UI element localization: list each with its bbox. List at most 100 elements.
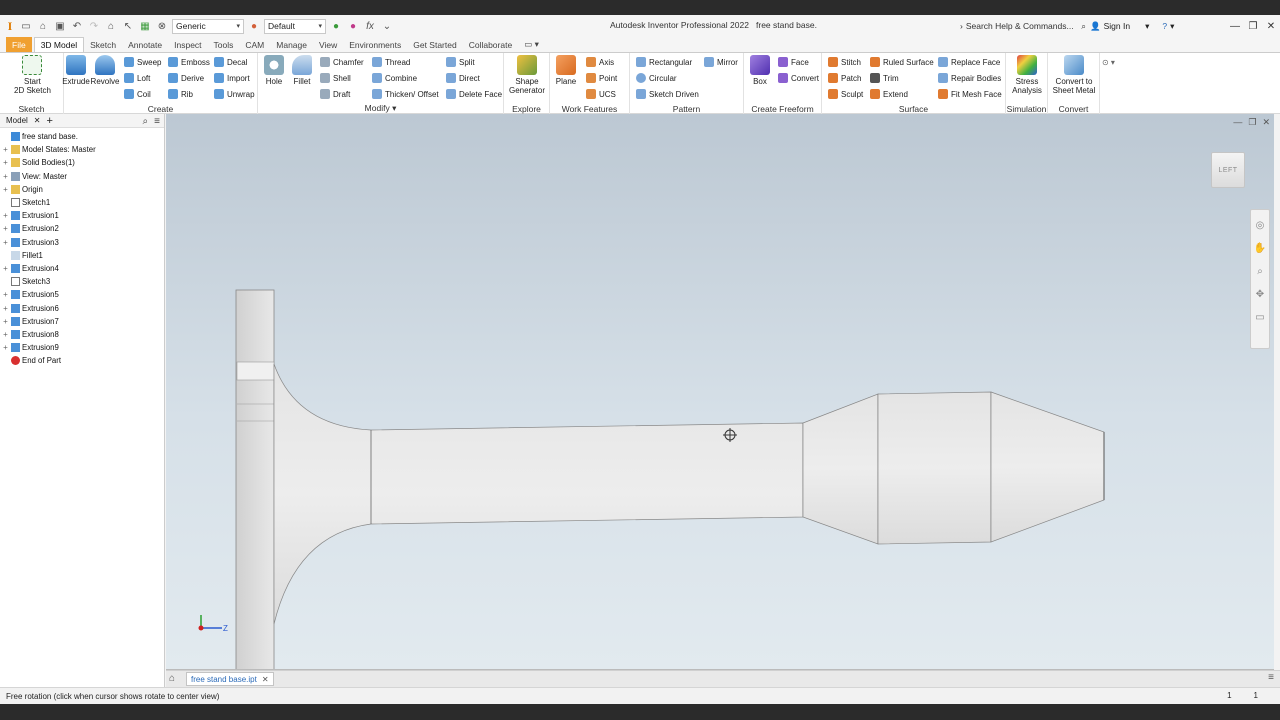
delete-face-button[interactable]: Delete Face [446,87,502,101]
sculpt-button[interactable]: Sculpt [828,87,863,101]
expand-icon[interactable]: + [0,330,11,339]
plane-button[interactable]: Plane [553,55,579,86]
expand-icon[interactable]: + [0,158,11,167]
expand-icon[interactable]: + [0,172,11,181]
emboss-button[interactable]: Emboss [168,55,210,69]
tree-node[interactable]: + Extrusion4 [0,262,164,275]
tab-get-started[interactable]: Get Started [407,37,462,52]
freeform-face-button[interactable]: Face [778,55,809,69]
tree-node[interactable]: + Origin [0,183,164,196]
decal-button[interactable]: Decal [214,55,247,69]
box-button[interactable]: Box [748,55,772,86]
orbit-icon[interactable]: ✥ [1256,289,1264,300]
help-icon[interactable]: ? [1162,21,1167,31]
thicken-offset-button[interactable]: Thicken/ Offset [372,87,439,101]
tree-node[interactable]: + Extrusion7 [0,315,164,328]
expand-icon[interactable]: + [0,343,11,352]
fit-mesh-face-button[interactable]: Fit Mesh Face [938,87,1002,101]
extend-button[interactable]: Extend [870,87,908,101]
shape-generator-button[interactable]: Shape Generator [508,55,546,95]
steering-wheel-icon[interactable]: ◎ [1256,220,1265,231]
color-override-icon[interactable]: ● [329,19,343,33]
new-file-icon[interactable]: ▭ [19,19,33,33]
circular-pattern-button[interactable]: Circular [636,71,677,85]
search-input[interactable]: Search Help & Commands... [966,21,1074,31]
tab-annotate[interactable]: Annotate [122,37,168,52]
extrude-button[interactable]: Extrude [62,55,90,86]
clear-override-icon[interactable]: ● [346,19,360,33]
trim-button[interactable]: Trim [870,71,899,85]
restore-icon[interactable]: ❐ [1244,15,1262,37]
undo-icon[interactable]: ↶ [70,19,84,33]
graphics-viewport[interactable]: — ❐ ✕ LEFT ◎ ✋ ⌕ ✥ ▭ Z [166,114,1274,670]
tree-node[interactable]: + Extrusion3 [0,236,164,249]
redo-icon[interactable]: ↷ [87,19,101,33]
rectangular-pattern-button[interactable]: Rectangular [636,55,692,69]
coil-button[interactable]: Coil [124,87,151,101]
tree-node[interactable]: + Solid Bodies(1) [0,156,164,169]
ribbon-options-icon[interactable]: ⊙ ▾ [1102,55,1115,69]
zoom-icon[interactable]: ⌕ [1257,266,1263,277]
search-icon[interactable]: ⌕ [143,116,149,127]
home-icon[interactable]: ⌂ [169,673,175,684]
parameters-icon[interactable]: fx [363,19,377,33]
document-tab[interactable]: free stand base.ipt ✕ [186,672,274,686]
expand-icon[interactable]: + [0,224,11,233]
replace-face-button[interactable]: Replace Face [938,55,1000,69]
tree-node[interactable]: Sketch1 [0,196,164,209]
tree-node[interactable]: free stand base. [0,130,164,143]
expand-icon[interactable]: + [0,264,11,273]
minimize-icon[interactable]: — [1226,15,1244,37]
tree-node[interactable]: + Extrusion2 [0,222,164,235]
material-select[interactable]: Generic ▾ [172,18,244,34]
close-icon[interactable]: ✕ [262,675,269,684]
ucs-button[interactable]: UCS [586,87,616,101]
thread-button[interactable]: Thread [372,55,410,69]
tree-node[interactable]: + Model States: Master [0,143,164,156]
fillet-button[interactable]: Fillet [290,55,314,86]
menu-icon[interactable]: ≡ [154,116,160,127]
expand-icon[interactable]: + [0,211,11,220]
loft-button[interactable]: Loft [124,71,150,85]
open-folder-icon[interactable]: ⌂ [36,19,50,33]
viewcube[interactable]: LEFT [1211,152,1245,188]
close-icon[interactable]: ✕ [1262,15,1280,37]
tab-manage[interactable]: Manage [270,37,313,52]
derive-button[interactable]: Derive [168,71,204,85]
tree-node[interactable]: End of Part [0,354,164,367]
tab-inspect[interactable]: Inspect [168,37,207,52]
tree-node[interactable]: + View: Master [0,170,164,183]
select-icon[interactable]: ↖ [121,19,135,33]
tree-node[interactable]: Sketch3 [0,275,164,288]
direct-button[interactable]: Direct [446,71,480,85]
revolve-button[interactable]: Revolve [91,55,119,86]
measure-icon[interactable]: ⊗ [155,19,169,33]
repair-bodies-button[interactable]: Repair Bodies [938,71,1001,85]
tab-environments[interactable]: Environments [343,37,407,52]
tab-cam[interactable]: CAM [239,37,270,52]
point-button[interactable]: Point [586,71,617,85]
tree-node[interactable]: + Extrusion6 [0,301,164,314]
unwrap-button[interactable]: Unwrap [214,87,255,101]
draft-button[interactable]: Draft [320,87,350,101]
import-button[interactable]: Import [214,71,250,85]
hole-button[interactable]: Hole [262,55,286,86]
expand-icon[interactable]: + [0,185,11,194]
stitch-button[interactable]: Stitch [828,55,861,69]
shell-button[interactable]: Shell [320,71,351,85]
pan-icon[interactable]: ✋ [1254,243,1266,254]
menu-icon[interactable]: ≡ [1268,672,1274,683]
split-button[interactable]: Split [446,55,475,69]
tab-tools[interactable]: Tools [208,37,240,52]
panel-title-modify[interactable]: Modify ▾ [258,103,503,114]
chamfer-button[interactable]: Chamfer [320,55,364,69]
tree-node[interactable]: Fillet1 [0,249,164,262]
tree-node[interactable]: + Extrusion9 [0,341,164,354]
tree-node[interactable]: + Extrusion1 [0,209,164,222]
update-icon[interactable]: ▦ [138,19,152,33]
close-icon[interactable]: ✕ [34,116,41,125]
mirror-button[interactable]: Mirror [704,55,738,69]
tab-3d-model[interactable]: 3D Model [33,37,85,52]
home-icon[interactable]: ⌂ [104,19,118,33]
expand-icon[interactable]: + [0,238,11,247]
